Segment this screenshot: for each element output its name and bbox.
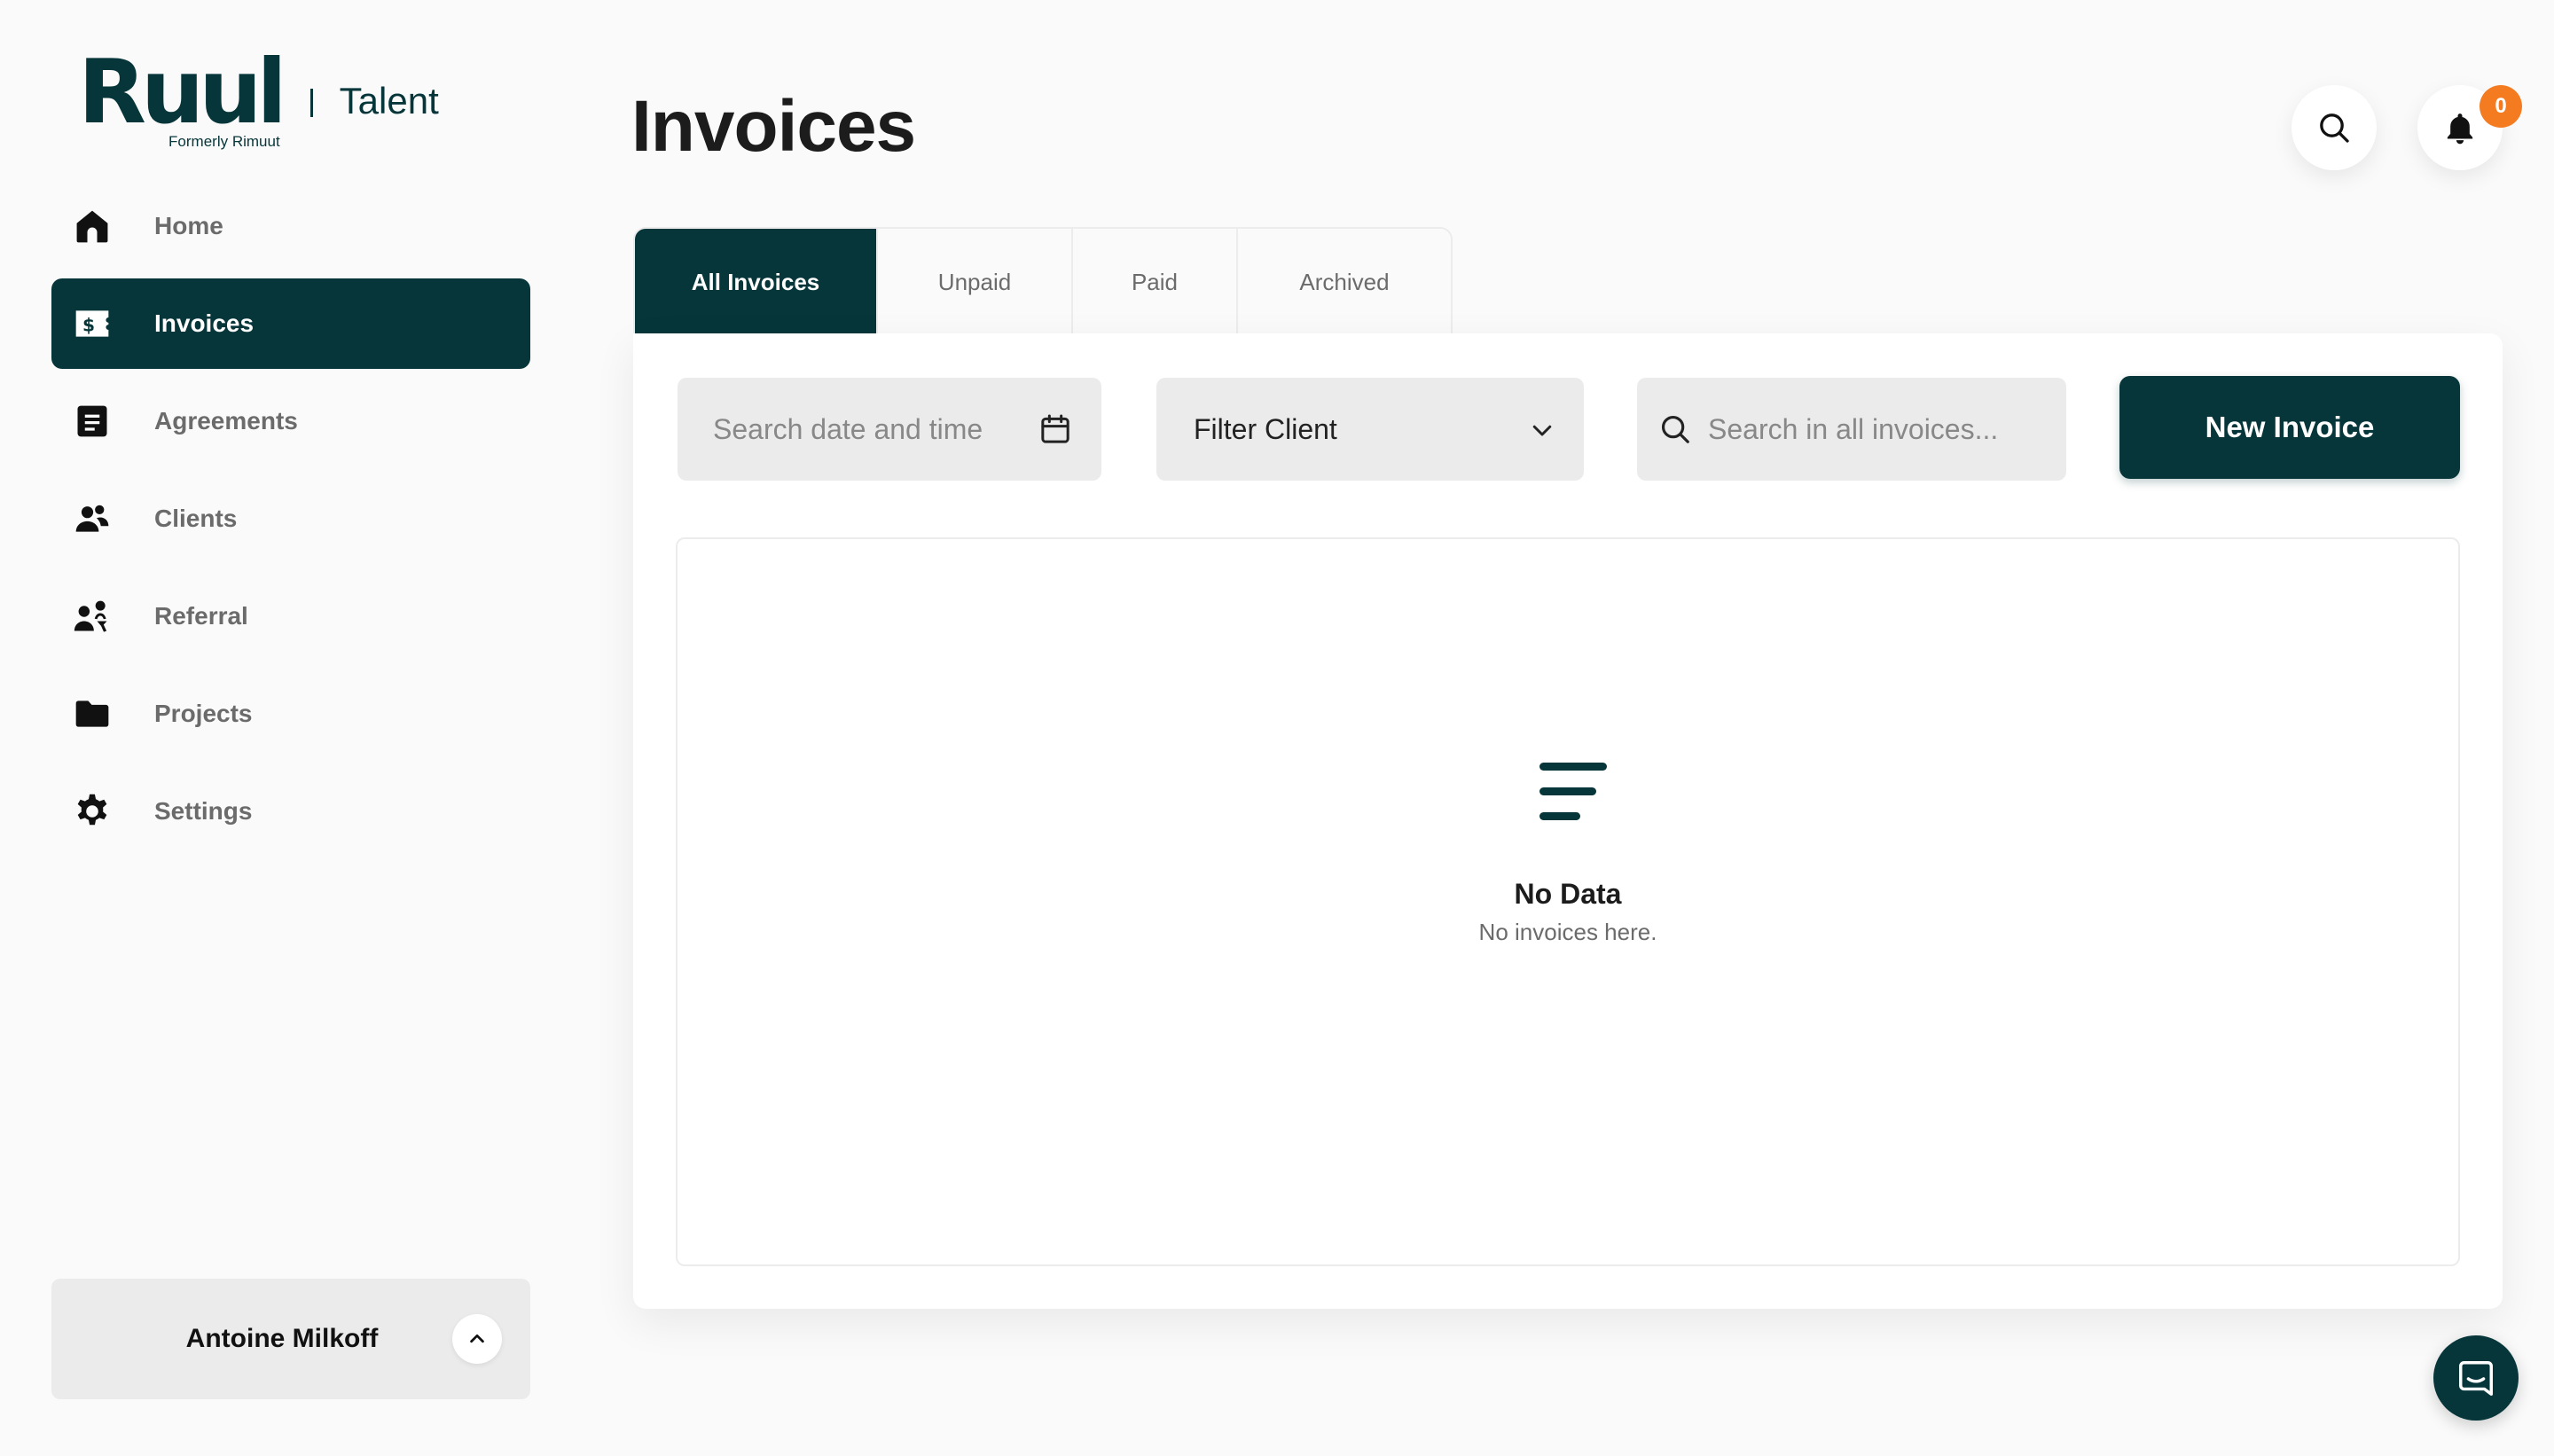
logo-subtitle: Formerly Rimuut — [168, 133, 280, 150]
sidebar-item-home[interactable]: Home — [51, 181, 530, 271]
home-icon — [71, 205, 114, 247]
sidebar-item-clients[interactable]: Clients — [51, 474, 530, 564]
document-icon — [71, 400, 114, 442]
sidebar-item-label: Settings — [154, 797, 253, 825]
folder-icon — [71, 693, 114, 735]
page-title: Invoices — [631, 86, 916, 167]
empty-state-title: No Data — [1514, 878, 1622, 910]
logo-product-name: Talent — [339, 80, 439, 121]
logo-divider — [309, 89, 313, 117]
sidebar-item-label: Home — [154, 212, 223, 239]
global-search-button[interactable] — [2292, 85, 2377, 170]
sidebar-item-label: Projects — [154, 700, 253, 727]
tab-all-invoices[interactable]: All Invoices — [635, 229, 878, 335]
invoices-panel: Filter Client New Invoice No Data No inv… — [633, 333, 2503, 1309]
users-icon — [71, 497, 114, 540]
sidebar-nav: Home $ Invoices Agreements Clients Refer… — [51, 181, 530, 864]
sidebar-item-label: Invoices — [154, 309, 255, 337]
invoice-tabs: All Invoices Unpaid Paid Archived — [633, 227, 1453, 335]
referral-icon — [71, 595, 114, 638]
tab-archived[interactable]: Archived — [1238, 229, 1451, 335]
empty-state-subtitle: No invoices here. — [1478, 919, 1657, 945]
user-menu[interactable]: Antoine Milkoff — [51, 1279, 530, 1399]
sidebar: Ruul Formerly Rimuut Talent Home $ Invoi… — [0, 0, 568, 1456]
client-filter-select[interactable]: Filter Client — [1156, 378, 1584, 481]
user-name: Antoine Milkoff — [185, 1324, 379, 1353]
date-filter[interactable] — [678, 378, 1101, 481]
sidebar-item-invoices[interactable]: $ Invoices — [51, 278, 530, 369]
search-icon — [1661, 415, 1689, 443]
logo-mark: Ruul Formerly Rimuut — [78, 40, 287, 151]
chevron-up-icon[interactable] — [452, 1314, 502, 1364]
chat-launcher-button[interactable] — [2433, 1335, 2519, 1421]
notification-count-badge: 0 — [2480, 85, 2522, 128]
date-search-input[interactable] — [713, 412, 1032, 446]
sidebar-item-referral[interactable]: Referral — [51, 571, 530, 661]
chat-icon — [2459, 1361, 2493, 1396]
bell-icon — [2447, 114, 2473, 145]
invoice-search[interactable] — [1637, 378, 2066, 481]
calendar-icon[interactable] — [1038, 411, 1073, 447]
brand-logo[interactable]: Ruul Formerly Rimuut Talent — [78, 40, 439, 151]
empty-list-icon — [1539, 763, 1607, 820]
tab-paid[interactable]: Paid — [1073, 229, 1238, 335]
sidebar-item-label: Referral — [154, 602, 248, 630]
client-filter-value: Filter Client — [1194, 412, 1337, 445]
app-root: Ruul Formerly Rimuut Talent Home $ Invoi… — [0, 0, 2554, 1456]
sidebar-item-projects[interactable]: Projects — [51, 669, 530, 759]
sidebar-item-agreements[interactable]: Agreements — [51, 376, 530, 466]
invoice-search-input[interactable] — [1708, 412, 2063, 446]
tab-unpaid[interactable]: Unpaid — [878, 229, 1073, 335]
new-invoice-button[interactable]: New Invoice — [2119, 376, 2460, 479]
sidebar-item-settings[interactable]: Settings — [51, 766, 530, 857]
svg-text:$: $ — [82, 314, 95, 335]
sidebar-item-label: Agreements — [154, 407, 298, 434]
empty-state: No Data No invoices here. — [676, 537, 2460, 1266]
chevron-down-icon — [1532, 425, 1552, 436]
invoice-icon: $ — [71, 302, 114, 345]
search-icon — [2320, 114, 2349, 143]
logo-wordmark: Ruul — [78, 40, 287, 144]
gear-icon — [71, 790, 114, 833]
sidebar-item-label: Clients — [154, 505, 238, 532]
